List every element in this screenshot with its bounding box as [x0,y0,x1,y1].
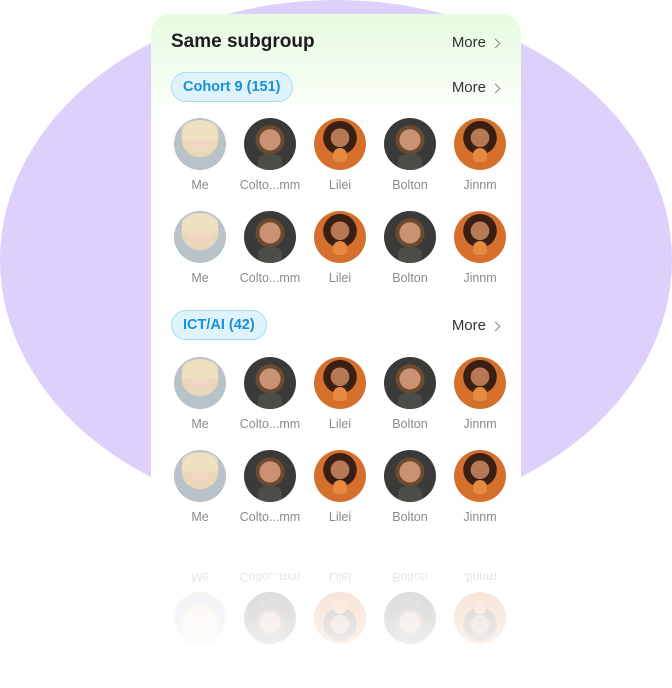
member-item[interactable]: Bolton [375,566,445,644]
member-item[interactable]: Bolton [375,450,445,528]
avatar [314,592,366,644]
member-name: Colto...mm [239,271,301,285]
member-name: Me [191,271,209,285]
card-reflection: Me Colto...mm Lilei Bolton Jinnm [151,534,521,688]
avatar [454,357,506,409]
avatar [244,118,296,170]
member-item[interactable]: Jinnm [445,211,515,289]
subgroup-card: Same subgroup More Cohort 9 (151) More M… [151,14,521,534]
avatar [314,450,366,502]
group-chip-ict-ai[interactable]: ICT/AI (42) [171,310,267,340]
member-item[interactable]: Me [165,357,235,435]
avatar [314,118,366,170]
member-row: Me Colto...mm Lilei Bolton Jinnm [165,357,513,435]
member-row: Me Colto...mm Lilei Bolton Jinnm [165,118,513,196]
member-row: Me Colto...mm Lilei Bolton Jinnm [165,211,513,289]
chevron-right-icon [490,321,501,331]
member-item[interactable]: Lilei [305,118,375,196]
member-item[interactable]: Jinnm [445,118,515,196]
member-name: Lilei [328,417,352,431]
member-name: Jinnm [463,417,497,431]
avatar [384,450,436,502]
group-header-ict-ai: ICT/AI (42) More [171,310,501,340]
avatar [174,211,226,263]
avatar [174,592,226,644]
member-name: Lilei [328,178,352,192]
avatar [244,592,296,644]
avatar [244,450,296,502]
member-name: Bolton [392,510,428,524]
member-name: Me [191,417,209,431]
chevron-right-icon [490,83,501,93]
member-item[interactable]: Colto...mm [235,357,305,435]
member-item[interactable]: Me [165,450,235,528]
member-name: Colto...mm [239,570,301,584]
avatar [384,592,436,644]
avatar [244,211,296,263]
member-item[interactable]: Colto...mm [235,118,305,196]
avatar [314,357,366,409]
member-item[interactable]: Colto...mm [235,211,305,289]
member-item[interactable]: Me [165,118,235,196]
member-item[interactable]: Lilei [305,450,375,528]
avatar [314,211,366,263]
card-header: Same subgroup More [171,31,501,59]
member-name: Colto...mm [239,510,301,524]
member-item[interactable]: Me [165,566,235,644]
member-name: Bolton [392,178,428,192]
card-more-link[interactable]: More [451,34,501,51]
avatar [454,450,506,502]
member-item[interactable]: Jinnm [445,357,515,435]
group-more-label: More [451,317,486,334]
member-item[interactable]: Jinnm [445,450,515,528]
member-item[interactable]: Lilei [305,566,375,644]
member-name: Lilei [328,271,352,285]
group-chip-cohort[interactable]: Cohort 9 (151) [171,72,293,102]
member-name: Jinnm [463,178,497,192]
member-item[interactable]: Jinnm [445,566,515,644]
member-row-reflection: Me Colto...mm Lilei Bolton Jinnm [165,566,513,644]
member-item[interactable]: Lilei [305,357,375,435]
member-name: Me [191,178,209,192]
group-more-link-cohort[interactable]: More [451,79,501,96]
member-item[interactable]: Bolton [375,211,445,289]
member-item[interactable]: Colto...mm [235,450,305,528]
group-header-cohort: Cohort 9 (151) More [171,72,501,102]
member-name: Bolton [392,570,428,584]
member-name: Me [191,570,209,584]
member-name: Jinnm [463,271,497,285]
member-item[interactable]: Bolton [375,357,445,435]
member-name: Bolton [392,417,428,431]
member-item[interactable]: Me [165,211,235,289]
member-name: Colto...mm [239,178,301,192]
member-row: Me Colto...mm Lilei Bolton Jinnm [165,450,513,528]
avatar [174,450,226,502]
avatar [244,357,296,409]
member-name: Colto...mm [239,417,301,431]
avatar [384,211,436,263]
member-name: Jinnm [463,510,497,524]
avatar [174,357,226,409]
member-name: Jinnm [463,570,497,584]
avatar [384,357,436,409]
member-item[interactable]: Colto...mm [235,566,305,644]
group-more-link-ict-ai[interactable]: More [451,317,501,334]
group-more-label: More [451,79,486,96]
avatar [384,118,436,170]
member-name: Me [191,510,209,524]
member-name: Bolton [392,271,428,285]
member-item[interactable]: Bolton [375,118,445,196]
member-name: Lilei [328,510,352,524]
chevron-right-icon [490,38,501,48]
member-name: Lilei [328,570,352,584]
avatar [454,211,506,263]
avatar [454,118,506,170]
card-title: Same subgroup [171,31,315,52]
member-item[interactable]: Lilei [305,211,375,289]
avatar [454,592,506,644]
avatar [174,118,226,170]
card-more-label: More [451,34,486,51]
